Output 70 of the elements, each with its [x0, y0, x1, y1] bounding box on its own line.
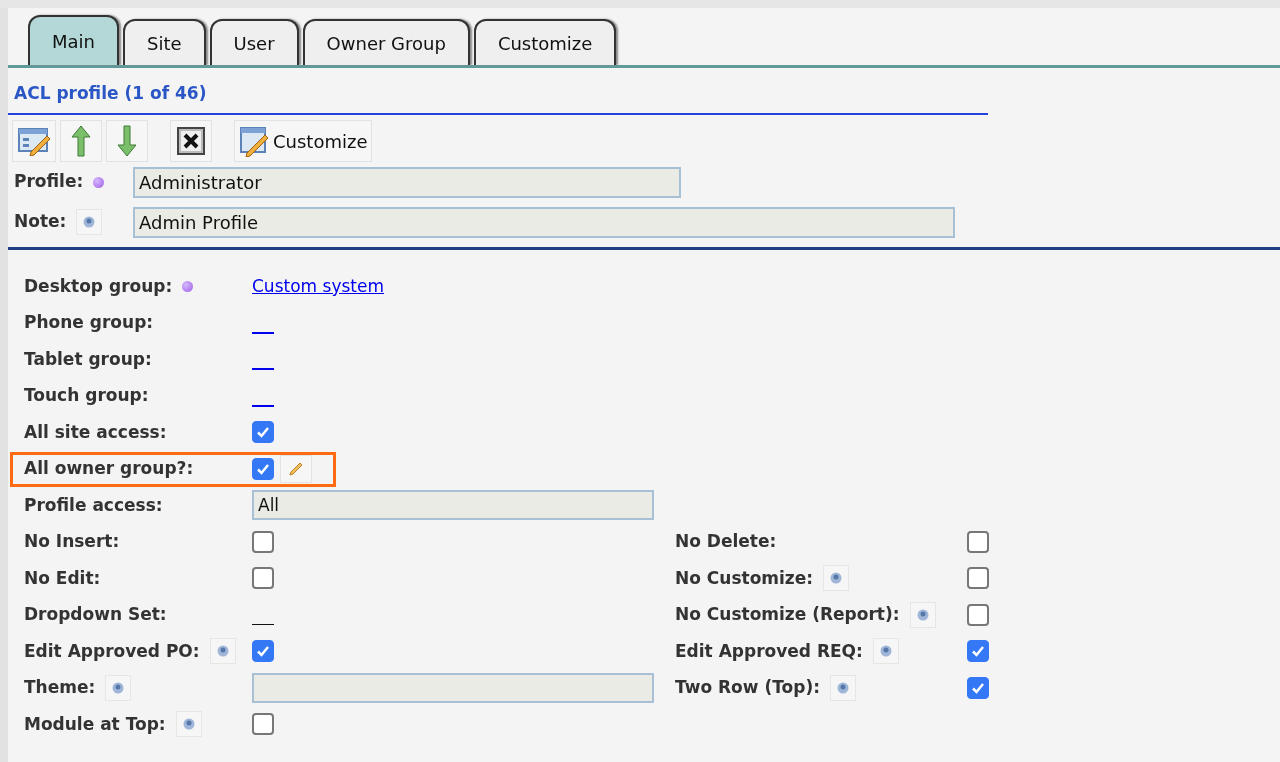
text-field[interactable]: Administrator	[133, 166, 681, 198]
help-button[interactable]	[823, 565, 850, 592]
help-button[interactable]	[872, 638, 899, 665]
help-button[interactable]	[76, 209, 103, 235]
tab[interactable]: Owner Group	[302, 19, 470, 65]
up-arrow-icon	[71, 125, 91, 157]
delete-button[interactable]	[170, 120, 212, 162]
edit-button[interactable]	[280, 454, 312, 483]
tab[interactable]: Main	[28, 15, 119, 65]
tab[interactable]: User	[209, 19, 299, 65]
move-up-button[interactable]	[60, 120, 102, 162]
field-label: Phone group:	[24, 311, 154, 334]
close-icon	[177, 127, 205, 155]
tab[interactable]: Customize	[473, 19, 617, 65]
help-icon	[916, 608, 929, 621]
field-label: All site access:	[24, 420, 167, 444]
help-icon	[879, 645, 892, 658]
field-label: Desktop group:	[24, 274, 173, 298]
checkbox[interactable]	[252, 713, 274, 736]
help-button[interactable]	[829, 674, 856, 701]
field-label: No Delete:	[675, 530, 777, 553]
tab[interactable]: Site	[123, 19, 206, 65]
text-field[interactable]: All	[252, 490, 654, 521]
field-label: No Customize (Report):	[675, 603, 900, 626]
field-label: Profile:	[14, 170, 84, 194]
help-button[interactable]	[175, 711, 202, 738]
field-label: Touch group:	[24, 384, 149, 407]
field-label: Two Row (Top):	[675, 676, 820, 699]
checkbox[interactable]	[252, 457, 274, 480]
help-icon	[182, 718, 195, 731]
page-title: ACL profile (1 of 46)	[8, 68, 988, 115]
form-pencil-icon	[239, 125, 269, 157]
help-button[interactable]	[105, 674, 132, 701]
field-label: All owner group?:	[24, 457, 194, 480]
checkbox[interactable]	[967, 603, 989, 626]
checkbox[interactable]	[252, 640, 274, 663]
move-down-button[interactable]	[106, 120, 148, 162]
help-icon	[216, 645, 229, 658]
field-label: Edit Approved REQ:	[675, 639, 863, 663]
field-label: Tablet group:	[24, 347, 152, 371]
field-label: No Insert:	[24, 530, 120, 553]
text-field[interactable]	[252, 672, 654, 703]
checkbox[interactable]	[967, 530, 989, 553]
help-button[interactable]	[209, 638, 236, 665]
field-label: No Customize:	[675, 566, 814, 590]
text-field[interactable]: Admin Profile	[133, 206, 955, 238]
field-label: Theme:	[24, 676, 96, 699]
field-label: Module at Top:	[24, 712, 166, 736]
customize-button[interactable]: Customize	[234, 120, 373, 162]
help-button[interactable]	[909, 601, 936, 628]
field-label: Profile access:	[24, 493, 163, 517]
checkbox[interactable]	[252, 530, 274, 553]
help-icon	[112, 681, 125, 694]
field-label: Dropdown Set:	[24, 603, 167, 626]
link[interactable]: Custom system	[252, 273, 384, 299]
checkbox[interactable]	[967, 567, 989, 590]
checkbox[interactable]	[252, 567, 274, 590]
pencil-icon	[288, 460, 304, 477]
field-label: Note:	[14, 210, 67, 234]
checkbox[interactable]	[967, 640, 989, 663]
form-pencil-icon	[17, 126, 51, 156]
checkbox[interactable]	[967, 676, 989, 699]
field-label: No Edit:	[24, 566, 101, 590]
checkbox[interactable]	[252, 421, 274, 444]
help-icon	[830, 572, 843, 585]
help-icon	[83, 216, 96, 228]
edit-button[interactable]	[12, 120, 56, 162]
down-arrow-icon	[117, 125, 137, 157]
field-label: Edit Approved PO:	[24, 639, 200, 663]
help-icon	[836, 681, 849, 694]
